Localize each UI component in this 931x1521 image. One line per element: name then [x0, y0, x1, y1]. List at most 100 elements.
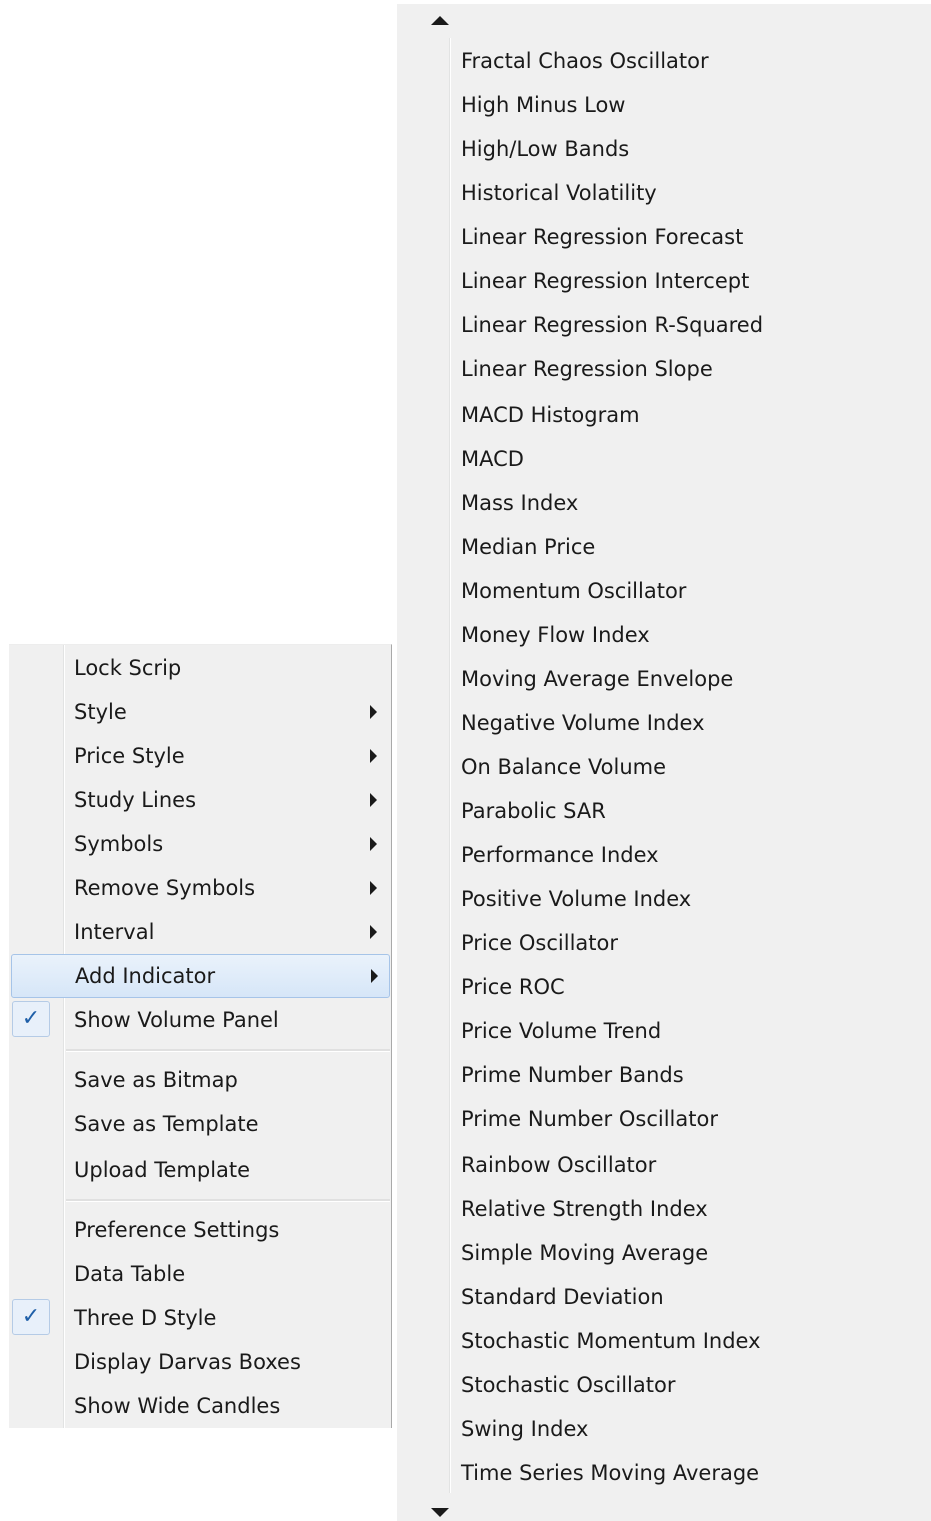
submenu-item-label: Negative Volume Index	[461, 711, 705, 735]
menu-item-save-as-template[interactable]: Save as Template	[9, 1102, 390, 1146]
submenu-item-label: Linear Regression Forecast	[461, 225, 744, 249]
submenu-item-label: MACD	[461, 447, 524, 471]
submenu-item-high-low-bands[interactable]: High/Low Bands	[451, 127, 921, 171]
submenu-arrow-icon	[371, 969, 378, 983]
submenu-item-negative-volume-index[interactable]: Negative Volume Index	[451, 701, 921, 745]
menu-item-style[interactable]: Style	[9, 690, 390, 734]
submenu-item-label: Swing Index	[461, 1417, 589, 1441]
submenu-item-label: Fractal Chaos Oscillator	[461, 49, 709, 73]
submenu-item-label: Simple Moving Average	[461, 1241, 709, 1265]
submenu-item-label: On Balance Volume	[461, 755, 667, 779]
menu-item-label: Show Wide Candles	[74, 1394, 281, 1418]
submenu-item-historical-volatility[interactable]: Historical Volatility	[451, 171, 921, 215]
menu-item-show-volume-panel[interactable]: ✓ Show Volume Panel	[9, 998, 390, 1042]
menu-item-upload-template[interactable]: Upload Template	[9, 1148, 390, 1192]
submenu-item-label: Standard Deviation	[461, 1285, 664, 1309]
submenu-arrow-icon	[370, 837, 377, 851]
submenu-arrow-icon	[370, 925, 377, 939]
submenu-item-stochastic-oscillator[interactable]: Stochastic Oscillator	[451, 1363, 921, 1407]
menu-item-label: Upload Template	[74, 1158, 251, 1182]
chart-context-menu: Lock Scrip Style Price Style Study Lines…	[9, 644, 392, 1428]
submenu-item-standard-deviation[interactable]: Standard Deviation	[451, 1275, 921, 1319]
submenu-item-money-flow-index[interactable]: Money Flow Index	[451, 613, 921, 657]
submenu-item-mass-index[interactable]: Mass Index	[451, 481, 921, 525]
menu-item-label: Display Darvas Boxes	[74, 1350, 301, 1374]
submenu-item-label: Stochastic Oscillator	[461, 1373, 676, 1397]
submenu-item-linear-regression-forecast[interactable]: Linear Regression Forecast	[451, 215, 921, 259]
menu-item-display-darvas-boxes[interactable]: Display Darvas Boxes	[9, 1340, 390, 1384]
submenu-item-prime-number-bands[interactable]: Prime Number Bands	[451, 1053, 921, 1097]
submenu-item-label: Stochastic Momentum Index	[461, 1329, 761, 1353]
menu-item-add-indicator[interactable]: Add Indicator	[11, 954, 390, 998]
menu-item-label: Price Style	[74, 744, 185, 768]
submenu-item-prime-number-oscillator[interactable]: Prime Number Oscillator	[451, 1097, 921, 1141]
submenu-item-median-price[interactable]: Median Price	[451, 525, 921, 569]
menu-item-label: Save as Template	[74, 1112, 259, 1136]
menu-item-data-table[interactable]: Data Table	[9, 1252, 390, 1296]
menu-item-label: Preference Settings	[74, 1218, 280, 1242]
submenu-item-macd[interactable]: MACD	[451, 437, 921, 481]
submenu-item-stochastic-momentum-index[interactable]: Stochastic Momentum Index	[451, 1319, 921, 1363]
submenu-item-swing-index[interactable]: Swing Index	[451, 1407, 921, 1451]
checkmark-icon: ✓	[12, 1001, 50, 1037]
submenu-item-performance-index[interactable]: Performance Index	[451, 833, 921, 877]
submenu-item-momentum-oscillator[interactable]: Momentum Oscillator	[451, 569, 921, 613]
submenu-item-linear-regression-intercept[interactable]: Linear Regression Intercept	[451, 259, 921, 303]
submenu-item-simple-moving-average[interactable]: Simple Moving Average	[451, 1231, 921, 1275]
submenu-item-label: Median Price	[461, 535, 596, 559]
submenu-item-time-series-moving-average[interactable]: Time Series Moving Average	[451, 1451, 921, 1495]
submenu-item-positive-volume-index[interactable]: Positive Volume Index	[451, 877, 921, 921]
menu-item-save-as-bitmap[interactable]: Save as Bitmap	[9, 1058, 390, 1102]
menu-item-label: Interval	[74, 920, 155, 944]
submenu-item-fractal-chaos-oscillator[interactable]: Fractal Chaos Oscillator	[451, 39, 921, 83]
submenu-item-label: Performance Index	[461, 843, 659, 867]
checkmark-icon: ✓	[12, 1299, 50, 1335]
submenu-item-label: Positive Volume Index	[461, 887, 692, 911]
scroll-down-arrow-icon[interactable]	[431, 1508, 449, 1517]
menu-item-interval[interactable]: Interval	[9, 910, 390, 954]
menu-item-preference-settings[interactable]: Preference Settings	[9, 1208, 390, 1252]
submenu-item-label: Prime Number Oscillator	[461, 1107, 718, 1131]
menu-item-symbols[interactable]: Symbols	[9, 822, 390, 866]
menu-item-label: Show Volume Panel	[74, 1008, 279, 1032]
submenu-item-rainbow-oscillator[interactable]: Rainbow Oscillator	[451, 1143, 921, 1187]
submenu-item-linear-regression-r-squared[interactable]: Linear Regression R-Squared	[451, 303, 921, 347]
submenu-item-label: Linear Regression Slope	[461, 357, 713, 381]
submenu-item-parabolic-sar[interactable]: Parabolic SAR	[451, 789, 921, 833]
menu-item-lock-scrip[interactable]: Lock Scrip	[9, 646, 390, 690]
submenu-item-price-oscillator[interactable]: Price Oscillator	[451, 921, 921, 965]
submenu-item-label: Momentum Oscillator	[461, 579, 687, 603]
submenu-item-label: Price ROC	[461, 975, 565, 999]
scroll-up-arrow-icon[interactable]	[431, 16, 449, 25]
submenu-arrow-icon	[370, 749, 377, 763]
submenu-item-moving-average-envelope[interactable]: Moving Average Envelope	[451, 657, 921, 701]
submenu-arrow-icon	[370, 881, 377, 895]
submenu-item-price-volume-trend[interactable]: Price Volume Trend	[451, 1009, 921, 1053]
menu-item-label: Study Lines	[74, 788, 197, 812]
submenu-item-high-minus-low[interactable]: High Minus Low	[451, 83, 921, 127]
submenu-item-label: Money Flow Index	[461, 623, 650, 647]
menu-item-price-style[interactable]: Price Style	[9, 734, 390, 778]
submenu-item-label: Relative Strength Index	[461, 1197, 708, 1221]
menu-separator	[66, 1199, 390, 1202]
submenu-item-label: Historical Volatility	[461, 181, 657, 205]
submenu-item-label: Price Volume Trend	[461, 1019, 662, 1043]
menu-item-three-d-style[interactable]: ✓ Three D Style	[9, 1296, 390, 1340]
submenu-item-macd-histogram[interactable]: MACD Histogram	[451, 393, 921, 437]
menu-separator	[66, 1049, 390, 1052]
submenu-arrow-icon	[370, 705, 377, 719]
menu-item-study-lines[interactable]: Study Lines	[9, 778, 390, 822]
submenu-item-label: Parabolic SAR	[461, 799, 606, 823]
menu-item-label: Remove Symbols	[74, 876, 256, 900]
submenu-item-label: High/Low Bands	[461, 137, 630, 161]
submenu-item-label: Linear Regression Intercept	[461, 269, 750, 293]
menu-item-show-wide-candles[interactable]: Show Wide Candles	[9, 1384, 390, 1428]
menu-item-remove-symbols[interactable]: Remove Symbols	[9, 866, 390, 910]
submenu-item-on-balance-volume[interactable]: On Balance Volume	[451, 745, 921, 789]
submenu-item-label: Price Oscillator	[461, 931, 619, 955]
submenu-item-linear-regression-slope[interactable]: Linear Regression Slope	[451, 347, 921, 391]
menu-item-label: Lock Scrip	[74, 656, 182, 680]
submenu-item-label: Linear Regression R-Squared	[461, 313, 764, 337]
submenu-item-price-roc[interactable]: Price ROC	[451, 965, 921, 1009]
submenu-item-relative-strength-index[interactable]: Relative Strength Index	[451, 1187, 921, 1231]
